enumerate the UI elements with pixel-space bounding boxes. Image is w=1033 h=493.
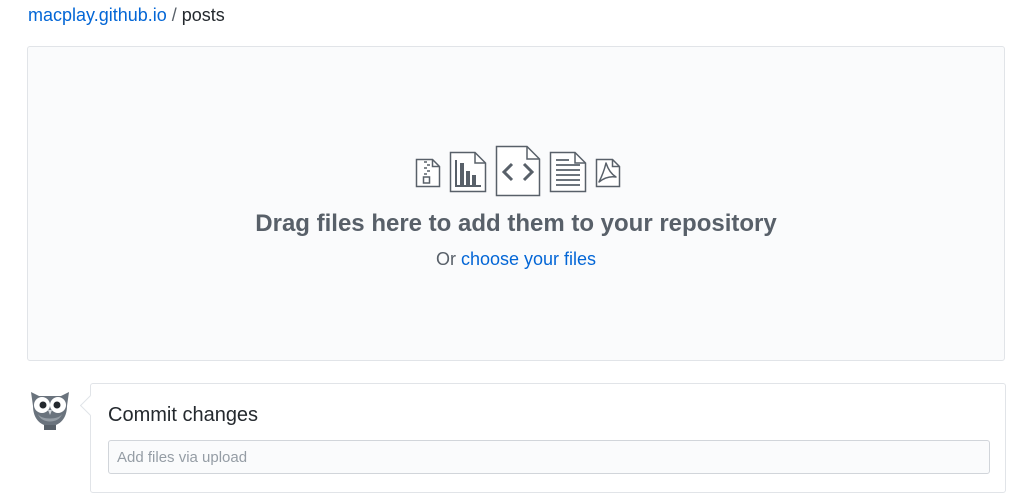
commit-message-input[interactable] bbox=[108, 440, 990, 474]
file-pdf-icon bbox=[595, 158, 621, 188]
file-code-icon bbox=[495, 145, 541, 197]
breadcrumb: macplay.github.io / posts bbox=[28, 4, 225, 26]
file-text-icon bbox=[549, 151, 587, 193]
avatar[interactable] bbox=[27, 384, 73, 430]
dropzone-title: Drag files here to add them to your repo… bbox=[255, 210, 777, 237]
commit-changes-box: Commit changes bbox=[90, 383, 1006, 493]
breadcrumb-repo-link[interactable]: macplay.github.io bbox=[28, 5, 167, 25]
choose-files-link[interactable]: choose your files bbox=[461, 249, 596, 269]
dropzone-or-text: Or bbox=[435, 249, 456, 269]
file-chart-icon bbox=[449, 151, 487, 193]
file-drop-zone[interactable]: Drag files here to add them to your repo… bbox=[27, 46, 1005, 361]
file-type-icons bbox=[28, 145, 1004, 199]
breadcrumb-separator: / bbox=[171, 5, 177, 25]
breadcrumb-current-path: posts bbox=[181, 5, 225, 25]
commit-title: Commit changes bbox=[108, 404, 259, 426]
file-zip-icon bbox=[415, 158, 441, 188]
dropzone-subtitle: Or choose your files bbox=[28, 249, 1004, 270]
